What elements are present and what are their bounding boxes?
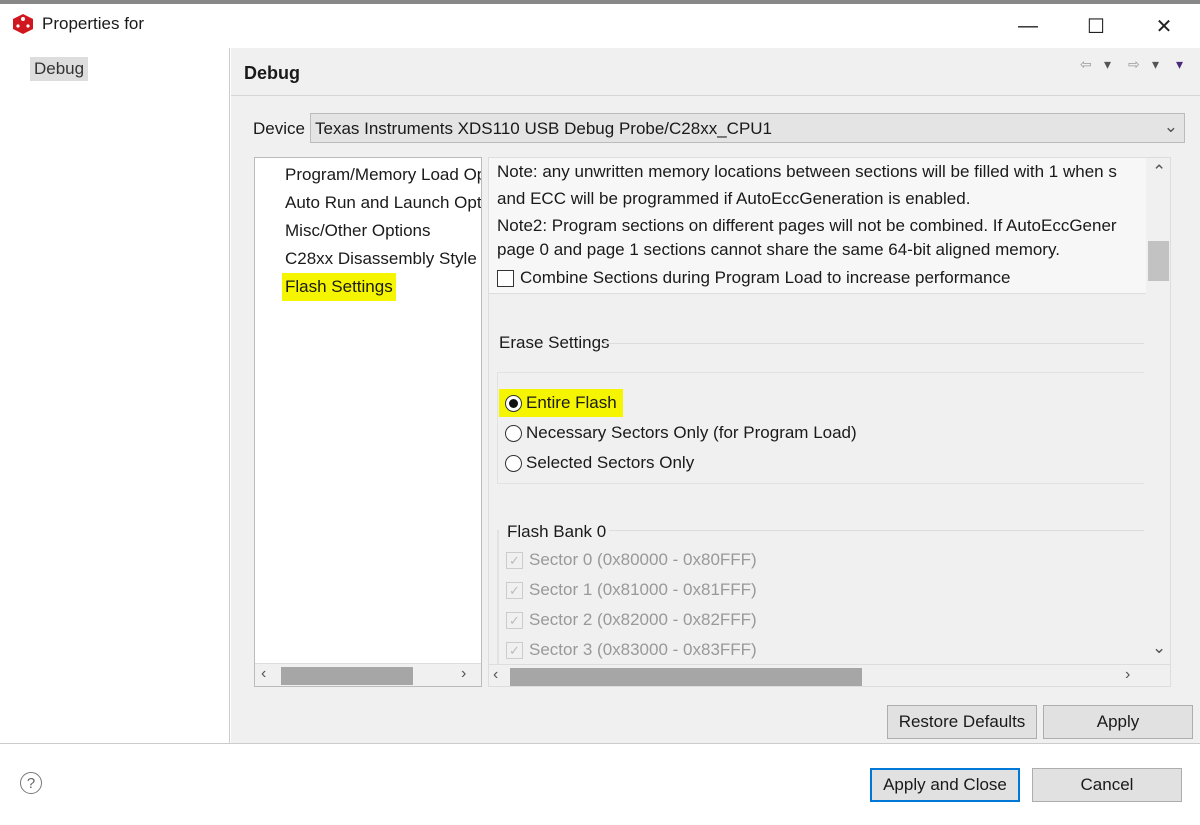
radio-label: Selected Sectors Only (526, 453, 695, 472)
check-icon: ✓ (506, 582, 523, 600)
radio-necessary-sectors[interactable]: Necessary Sectors Only (for Program Load… (505, 423, 857, 443)
chevron-down-icon: ⌄ (1163, 117, 1178, 136)
forward-menu-icon[interactable]: ▾ (1152, 56, 1159, 73)
window-title: Properties for (42, 14, 145, 33)
scroll-left-icon[interactable]: ‹ (493, 666, 498, 684)
sector-0-checkbox: ✓ Sector 0 (0x80000 - 0x80FFF) (506, 550, 757, 570)
category-tree (0, 48, 230, 743)
apply-and-close-button[interactable]: Apply and Close (870, 768, 1020, 802)
scroll-down-icon[interactable]: ⌄ (1152, 638, 1166, 658)
erase-settings-title: Erase Settings (499, 333, 610, 352)
scrollbar-thumb[interactable] (1148, 241, 1169, 281)
scroll-right-icon[interactable]: › (1125, 666, 1130, 684)
radio-icon[interactable] (505, 425, 522, 443)
debug-options-tree: Program/Memory Load Options Auto Run and… (254, 157, 482, 687)
tree-item-misc[interactable]: Misc/Other Options (285, 221, 431, 241)
back-menu-icon[interactable]: ▾ (1104, 56, 1111, 73)
cancel-button[interactable]: Cancel (1032, 768, 1182, 802)
view-menu-icon[interactable]: ▾ (1176, 56, 1183, 73)
tree-hscrollbar[interactable]: ‹ › (255, 663, 481, 686)
tree-item-program-memory-load[interactable]: Program/Memory Load Options (285, 165, 481, 185)
category-item-debug[interactable]: Debug (30, 57, 89, 81)
minimize-button[interactable]: — (998, 4, 1058, 48)
forward-arrow-icon[interactable]: ⇨ (1128, 56, 1140, 73)
divider (604, 343, 1144, 344)
tree-item-auto-run[interactable]: Auto Run and Launch Options (285, 193, 481, 213)
apply-button[interactable]: Apply (1043, 705, 1193, 739)
sector-3-checkbox: ✓ Sector 3 (0x83000 - 0x83FFF) (506, 640, 757, 660)
scrollbar-thumb[interactable] (281, 667, 413, 685)
tree-item-disassembly-style[interactable]: C28xx Disassembly Style (285, 249, 477, 269)
scroll-left-icon[interactable]: ‹ (261, 665, 266, 683)
checkbox-label: Combine Sections during Program Load to … (520, 268, 1011, 287)
sector-label: Sector 1 (0x81000 - 0x81FFF) (529, 580, 757, 599)
divider (231, 95, 1200, 96)
sector-label: Sector 0 (0x80000 - 0x80FFF) (529, 550, 757, 569)
close-button[interactable]: ✕ (1134, 4, 1194, 48)
scroll-right-icon[interactable]: › (461, 665, 466, 683)
check-icon: ✓ (506, 612, 523, 630)
note-line: page 0 and page 1 sections cannot share … (497, 240, 1060, 259)
radio-selected-icon[interactable] (505, 395, 522, 413)
tree-item-flash-settings[interactable]: Flash Settings (282, 273, 396, 301)
flash-settings-panel: Note: any unwritten memory locations bet… (488, 157, 1171, 687)
sector-label: Sector 2 (0x82000 - 0x82FFF) (529, 610, 757, 629)
content-hscrollbar[interactable]: ‹ › (489, 664, 1170, 686)
scroll-up-icon[interactable]: ⌃ (1152, 162, 1166, 182)
check-icon: ✓ (506, 552, 523, 570)
sector-label: Sector 3 (0x83000 - 0x83FFF) (529, 640, 757, 659)
radio-selected-sectors[interactable]: Selected Sectors Only (505, 453, 694, 473)
app-cube-icon (13, 14, 33, 34)
restore-defaults-button[interactable]: Restore Defaults (887, 705, 1037, 739)
sector-2-checkbox: ✓ Sector 2 (0x82000 - 0x82FFF) (506, 610, 757, 630)
help-icon[interactable]: ? (20, 772, 42, 794)
notes-section: Note: any unwritten memory locations bet… (489, 158, 1146, 294)
flash-bank-title: Flash Bank 0 (507, 522, 607, 541)
content-vscrollbar[interactable]: ⌃ ⌄ (1146, 158, 1170, 664)
divider (609, 530, 1144, 531)
maximize-button[interactable]: ☐ (1066, 4, 1126, 48)
device-value: Texas Instruments XDS110 USB Debug Probe… (315, 119, 773, 138)
note-line: and ECC will be programmed if AutoEccGen… (497, 189, 971, 208)
device-label: Device (253, 119, 305, 138)
divider (0, 743, 1200, 744)
check-icon: ✓ (506, 642, 523, 660)
note-line: Note: any unwritten memory locations bet… (497, 162, 1117, 181)
scrollbar-thumb[interactable] (510, 668, 862, 686)
note-line: Note2: Program sections on different pag… (497, 216, 1117, 235)
group-border (497, 530, 499, 670)
radio-entire-flash[interactable]: Entire Flash (499, 389, 623, 417)
back-arrow-icon[interactable]: ⇦ (1080, 56, 1092, 73)
sector-1-checkbox: ✓ Sector 1 (0x81000 - 0x81FFF) (506, 580, 757, 600)
radio-icon[interactable] (505, 455, 522, 473)
page-title: Debug (244, 63, 300, 83)
checkbox-box[interactable] (497, 270, 514, 288)
device-select[interactable]: Texas Instruments XDS110 USB Debug Probe… (310, 113, 1185, 143)
radio-label: Entire Flash (526, 393, 617, 412)
combine-sections-checkbox[interactable]: Combine Sections during Program Load to … (497, 261, 1138, 293)
radio-label: Necessary Sectors Only (for Program Load… (526, 423, 857, 442)
